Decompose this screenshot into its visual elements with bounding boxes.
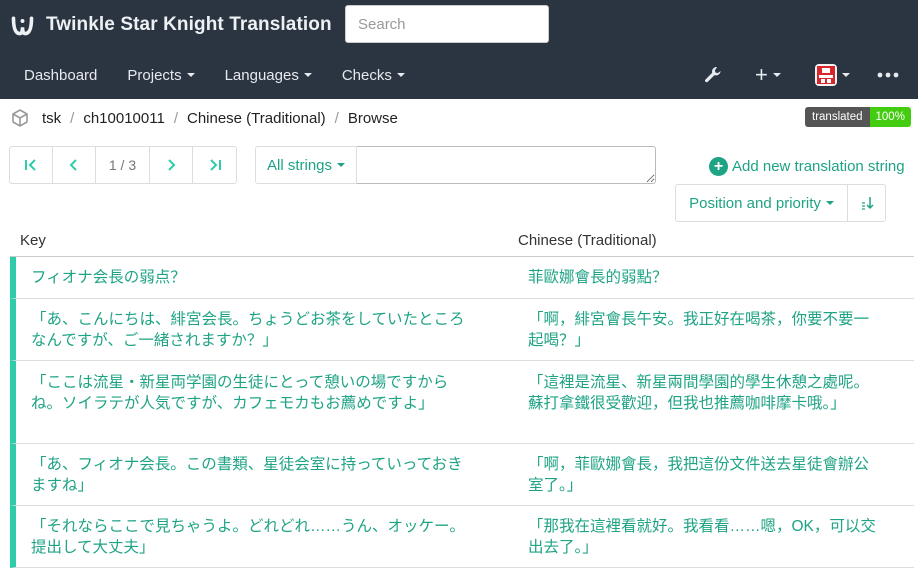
table-row[interactable]: 「あ、こんにちは、緋宮会長。ちょうどお茶をしていたところなんですが、ご一緒されま… (10, 299, 914, 361)
caret-down-icon (825, 201, 834, 205)
row-translation: 「啊，緋宮會長午安。我正好在喝茶，你要不要一起喝？」 (528, 311, 870, 349)
sort-group: Position and priority (675, 184, 886, 222)
top-navbar: Twinkle Star Knight Translation Dashboar… (0, 0, 918, 99)
breadcrumb-language[interactable]: Chinese (Traditional) (187, 110, 326, 127)
sort-dropdown[interactable]: Position and priority (675, 184, 848, 222)
row-translation: 菲歐娜會長的弱點？ (528, 269, 668, 286)
caret-down-icon (186, 73, 195, 77)
last-page-icon (209, 159, 221, 171)
caret-down-icon (842, 73, 850, 77)
row-key: 「ここは流星・新星両学園の生徒にとって憩いの場ですからね。ソイラテが人気ですが、… (31, 374, 449, 412)
more-menu[interactable] (877, 52, 899, 98)
chevron-right-icon (168, 159, 176, 171)
translation-status-badge[interactable]: translated 100% (805, 107, 911, 127)
nav-dashboard[interactable]: Dashboard (0, 67, 112, 84)
table-row[interactable]: 「ここは流星・新星両学園の生徒にとって憩いの場ですからね。ソイラテが人気ですが、… (10, 361, 914, 444)
sort-direction-button[interactable] (848, 184, 886, 222)
row-translation: 「那我在這裡看就好。我看看……嗯，OK，可以交出去了。」 (528, 518, 876, 556)
plus-icon[interactable]: + (755, 64, 781, 86)
breadcrumb: tsk / ch10010011 / Chinese (Traditional)… (10, 106, 398, 130)
filter-query-input[interactable] (357, 146, 656, 184)
table-header: Key Chinese (Traditional) (10, 224, 914, 257)
add-new-string-button[interactable]: + Add new translation string (709, 157, 905, 176)
caret-down-icon (772, 73, 781, 77)
nav-languages[interactable]: Languages (210, 67, 327, 84)
plus-circle-icon: + (709, 157, 728, 176)
page-indicator: 1 / 3 (96, 147, 150, 183)
prev-page-button[interactable] (53, 147, 96, 183)
filter-dropdown[interactable]: All strings (255, 146, 357, 184)
main-nav: Dashboard Projects Languages Checks (0, 52, 420, 98)
breadcrumb-separator: / (173, 109, 178, 127)
last-page-button[interactable] (193, 147, 236, 183)
wrench-menu[interactable] (703, 52, 723, 98)
caret-down-icon (303, 73, 312, 77)
avatar-icon[interactable] (815, 64, 850, 86)
caret-down-icon (396, 73, 405, 77)
next-page-button[interactable] (150, 147, 193, 183)
caret-down-icon (337, 163, 346, 167)
filter-group: All strings (255, 146, 656, 184)
table-row[interactable]: 「それならここで見ちゃうよ。どれどれ……うん、オッケー。提出して大丈夫」 「那我… (10, 506, 914, 568)
column-header-translation: Chinese (Traditional) (518, 232, 657, 249)
add-menu[interactable]: + (755, 52, 781, 98)
app-title: Twinkle Star Knight Translation (46, 14, 332, 35)
row-key: フィオナ会長の弱点？ (31, 269, 186, 286)
row-translation: 「啊，菲歐娜會長，我把這份文件送去星徒會辦公室了。」 (528, 456, 870, 494)
sort-ascending-icon (861, 197, 874, 210)
table-row[interactable]: フィオナ会長の弱点？ 菲歐娜會長的弱點？ (10, 257, 914, 299)
breadcrumb-project[interactable]: tsk (42, 110, 61, 127)
brand[interactable]: Twinkle Star Knight Translation (9, 10, 332, 40)
column-header-key: Key (20, 232, 46, 249)
wrench-icon[interactable] (703, 65, 723, 85)
breadcrumb-component[interactable]: ch10010011 (83, 110, 164, 127)
breadcrumb-separator: / (334, 109, 339, 127)
table-row[interactable]: 「あ、フィオナ会長。この書類、星徒会室に持っていっておきますね」 「啊，菲歐娜會… (10, 444, 914, 506)
nav-checks[interactable]: Checks (327, 67, 420, 84)
nav-projects[interactable]: Projects (112, 67, 209, 84)
user-menu[interactable] (815, 52, 850, 98)
add-new-string-label: Add new translation string (732, 158, 905, 175)
first-page-button[interactable] (10, 147, 53, 183)
search-input[interactable] (345, 5, 549, 43)
pagination: 1 / 3 (9, 146, 237, 184)
row-key: 「それならここで見ちゃうよ。どれどれ……うん、オッケー。提出して大丈夫」 (31, 518, 465, 556)
row-key: 「あ、フィオナ会長。この書類、星徒会室に持っていっておきますね」 (31, 456, 463, 494)
breadcrumb-separator: / (70, 109, 75, 127)
first-page-icon (25, 159, 36, 171)
row-key: 「あ、こんにちは、緋宮会長。ちょうどお茶をしていたところなんですが、ご一緒されま… (31, 311, 465, 349)
more-icon[interactable] (877, 72, 899, 78)
chevron-left-icon (69, 159, 77, 171)
row-translation: 「這裡是流星、新星兩間學園的學生休憩之處呢。蘇打拿鐵很受歡迎，但我也推薦咖啡摩卡… (528, 374, 870, 412)
strings-table: フィオナ会長の弱点？ 菲歐娜會長的弱點？ 「あ、こんにちは、緋宮会長。ちょうどお… (10, 257, 914, 568)
weblate-logo-icon (11, 16, 34, 35)
breadcrumb-current: Browse (347, 109, 398, 127)
badge-value: 100% (869, 107, 911, 127)
badge-label: translated (805, 107, 870, 127)
cube-icon (12, 109, 28, 127)
